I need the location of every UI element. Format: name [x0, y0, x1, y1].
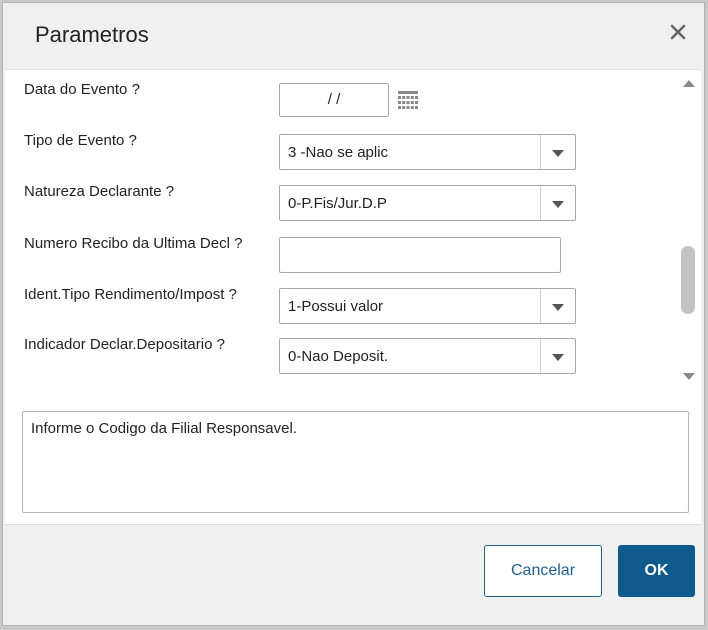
natureza-declarante-label: Natureza Declarante ? [24, 183, 175, 200]
ident-tipo-rendimento-select[interactable]: 1-Possui valor [279, 288, 576, 324]
dialog-title: Parametros [35, 22, 149, 47]
scroll-up-icon[interactable] [683, 80, 695, 87]
select-divider [540, 289, 541, 323]
natureza-declarante-select[interactable]: 0-P.Fis/Jur.D.P [279, 185, 576, 221]
chevron-down-icon[interactable] [552, 304, 564, 311]
numero-recibo-input[interactable] [279, 237, 561, 273]
cancel-button[interactable]: Cancelar [484, 545, 602, 597]
dialog-header: Parametros [3, 3, 704, 69]
tipo-evento-select[interactable]: 3 -Nao se aplic [279, 134, 576, 170]
chevron-down-icon[interactable] [552, 150, 564, 157]
indicador-depositario-label: Indicador Declar.Depositario ? [24, 336, 225, 353]
chevron-down-icon[interactable] [552, 354, 564, 361]
parameters-scroll-area[interactable]: Data do Evento ? / / Tipo de Evento ? 3 … [5, 70, 677, 388]
ok-button[interactable]: OK [618, 545, 695, 597]
tipo-evento-label: Tipo de Evento ? [24, 132, 137, 149]
scroll-down-icon[interactable] [683, 373, 695, 380]
indicador-depositario-select[interactable]: 0-Nao Deposit. [279, 338, 576, 374]
chevron-down-icon[interactable] [552, 201, 564, 208]
data-evento-label: Data do Evento ? [24, 81, 140, 98]
natureza-declarante-value: 0-P.Fis/Jur.D.P [288, 195, 387, 212]
parametros-dialog: Parametros Data do Evento ? / / Tipo de … [2, 2, 705, 626]
indicador-depositario-value: 0-Nao Deposit. [288, 348, 389, 365]
tipo-evento-value: 3 -Nao se aplic [288, 144, 389, 161]
select-divider [540, 135, 541, 169]
dialog-content: Data do Evento ? / / Tipo de Evento ? 3 … [5, 69, 701, 525]
vertical-scrollbar[interactable] [677, 70, 699, 388]
help-text: Informe o Codigo da Filial Responsavel. [31, 420, 297, 437]
select-divider [540, 339, 541, 373]
help-text-box: Informe o Codigo da Filial Responsavel. [22, 411, 689, 513]
calendar-icon[interactable] [397, 90, 419, 112]
ident-tipo-rendimento-label: Ident.Tipo Rendimento/Impost ? [24, 286, 237, 303]
ident-tipo-rendimento-value: 1-Possui valor [288, 298, 384, 315]
select-divider [540, 186, 541, 220]
data-evento-input[interactable]: / / [279, 83, 389, 117]
scrollbar-thumb[interactable] [681, 246, 695, 314]
close-icon[interactable] [667, 21, 689, 43]
numero-recibo-label: Numero Recibo da Ultima Decl ? [24, 235, 243, 252]
